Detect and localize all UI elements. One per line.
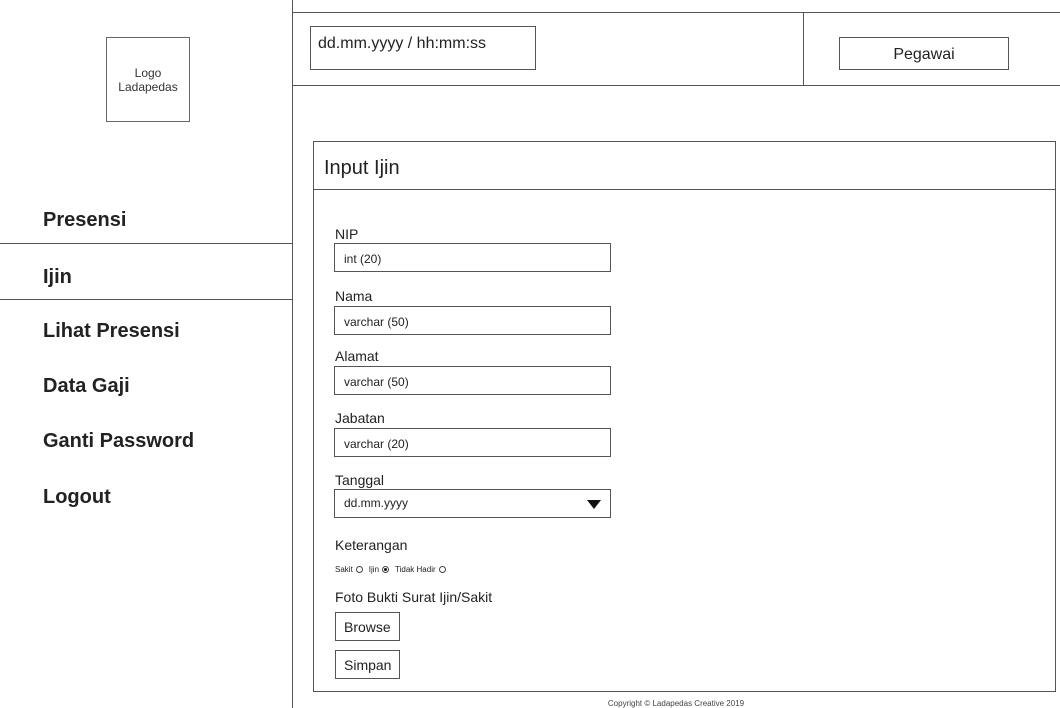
nama-label: Nama	[335, 288, 373, 304]
tanggal-label: Tanggal	[335, 472, 385, 488]
header-divider	[803, 12, 804, 85]
sidebar-item-logout[interactable]: Logout	[0, 486, 292, 509]
logo: Logo Ladapedas	[106, 37, 190, 122]
radio-label-sakit: Sakit	[335, 565, 353, 574]
jabatan-input[interactable]: varchar (20)	[334, 428, 611, 457]
tanggal-value: dd.mm.yyyy	[344, 496, 409, 510]
header-top-border	[292, 12, 1060, 13]
alamat-label: Alamat	[335, 348, 379, 364]
logo-text-line2: Ladapedas	[118, 79, 178, 94]
nav-divider	[0, 243, 292, 244]
radio-sakit[interactable]	[355, 566, 363, 573]
panel-title: Input Ijin	[314, 142, 1055, 190]
datetime-display: dd.mm.yyyy / hh:mm:ss	[310, 26, 536, 70]
radio-tidak-hadir[interactable]	[438, 566, 446, 573]
nip-input[interactable]: int (20)	[334, 243, 611, 272]
sidebar-item-ijin[interactable]: Ijin	[0, 266, 292, 289]
keterangan-label: Keterangan	[335, 537, 408, 553]
footer-copyright: Copyright © Ladapedas Creative 2019	[607, 699, 745, 708]
sidebar-item-lihat-presensi[interactable]: Lihat Presensi	[0, 320, 292, 343]
keterangan-radio-group: Sakit Ijin Tidak Hadir	[335, 565, 452, 574]
browse-button[interactable]: Browse	[335, 612, 400, 641]
header-bottom-border	[292, 85, 1060, 86]
sidebar-item-data-gaji[interactable]: Data Gaji	[0, 375, 292, 398]
nama-input[interactable]: varchar (50)	[334, 306, 611, 335]
nip-label: NIP	[335, 226, 359, 242]
sidebar-item-presensi[interactable]: Presensi	[0, 209, 292, 232]
tanggal-select[interactable]: dd.mm.yyyy	[334, 489, 611, 518]
alamat-input[interactable]: varchar (50)	[334, 366, 611, 395]
nav-divider	[0, 299, 292, 300]
dropdown-arrow-icon	[587, 500, 601, 509]
sidebar: Logo Ladapedas Presensi Ijin Lihat Prese…	[0, 0, 293, 708]
sidebar-item-ganti-password[interactable]: Ganti Password	[0, 430, 292, 453]
radio-label-tidak-hadir: Tidak Hadir	[395, 565, 436, 574]
foto-bukti-label: Foto Bukti Surat Ijin/Sakit	[335, 589, 493, 605]
radio-label-ijin: Ijin	[368, 565, 380, 574]
user-role-badge: Pegawai	[839, 37, 1009, 70]
radio-ijin[interactable]	[382, 566, 390, 573]
logo-text-line1: Logo	[134, 65, 162, 80]
input-ijin-panel: Input Ijin NIP int (20) Nama varchar (50…	[313, 141, 1056, 692]
jabatan-label: Jabatan	[335, 410, 385, 426]
simpan-button[interactable]: Simpan	[335, 650, 401, 679]
